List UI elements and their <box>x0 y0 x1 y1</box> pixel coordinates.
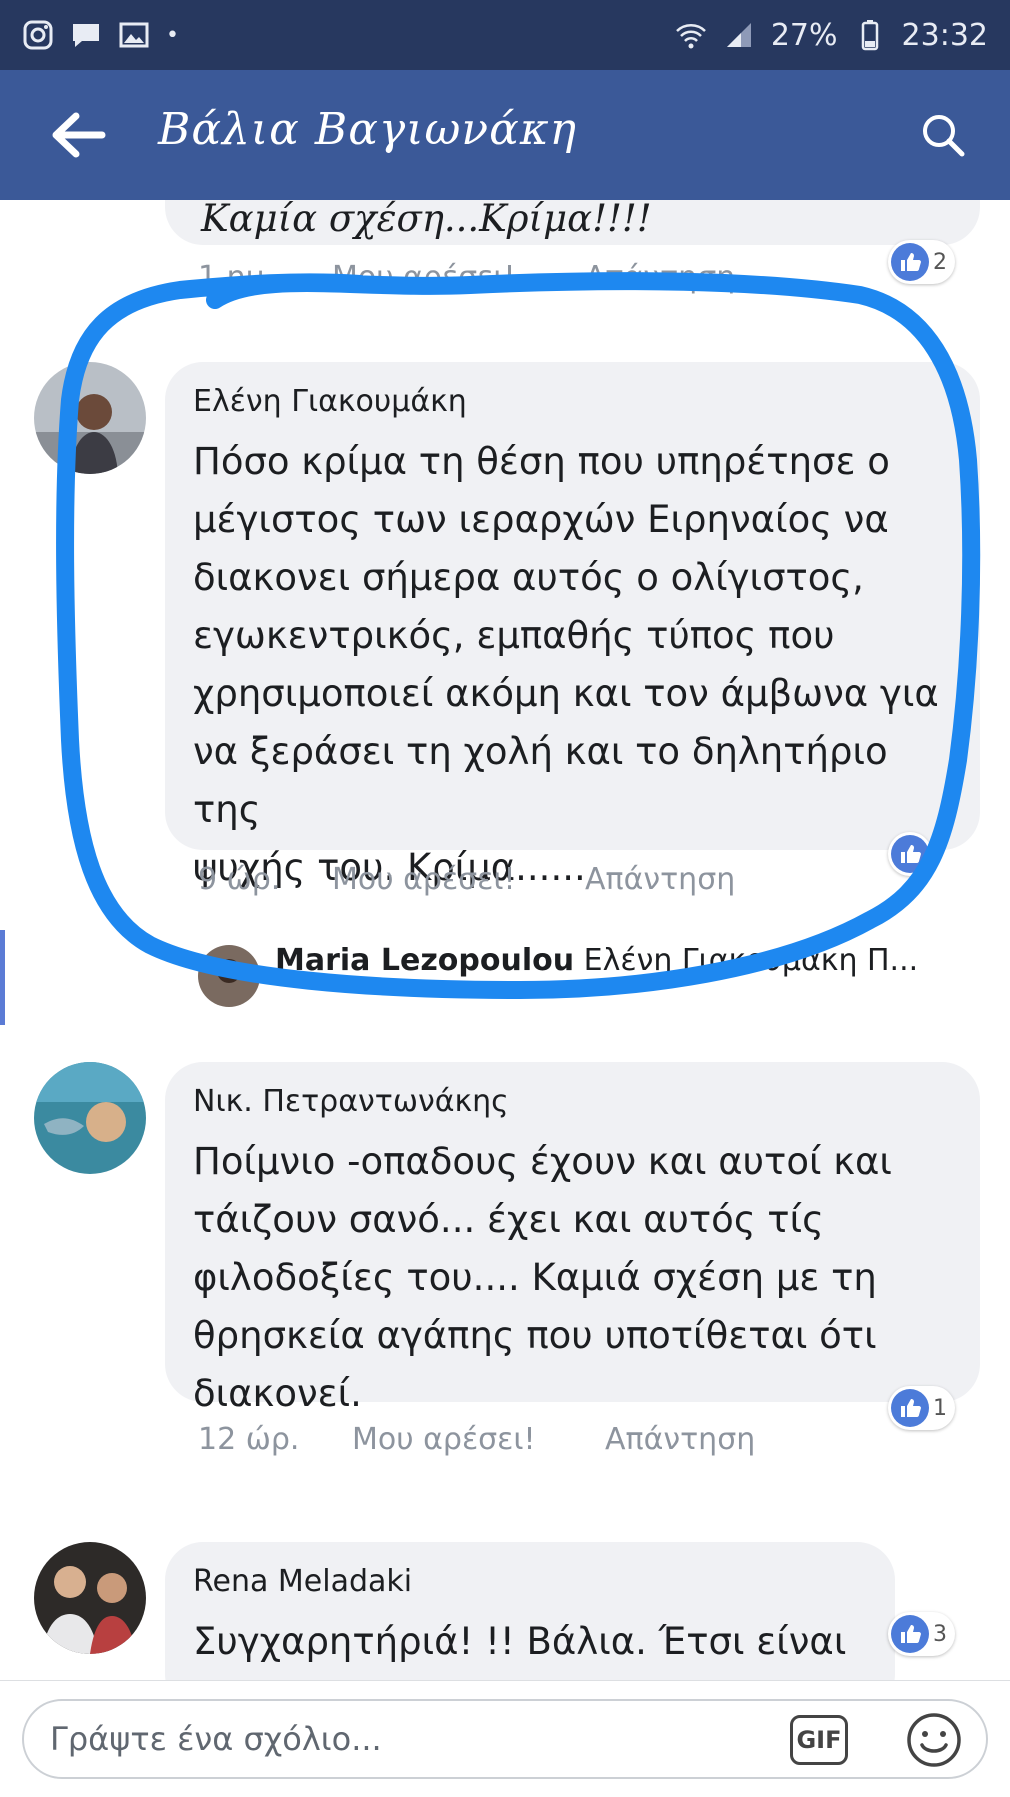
clock: 23:32 <box>901 17 988 53</box>
comment-time: 1 ημ. <box>198 260 275 295</box>
comment-author[interactable]: Νικ. Πετραντωνάκης <box>193 1084 952 1119</box>
comment-time: 9 ώρ. <box>198 862 281 897</box>
like-link[interactable]: Μου αρέσει! <box>332 260 516 295</box>
status-bar-left: • <box>22 19 179 51</box>
like-count: 2 <box>933 249 947 275</box>
comment-author[interactable]: Rena Meladaki <box>193 1564 867 1599</box>
status-bar-right: 27% 23:32 <box>675 18 988 53</box>
back-arrow-icon[interactable] <box>50 110 106 160</box>
instagram-icon <box>23 20 53 50</box>
avatar[interactable] <box>34 1542 146 1654</box>
comment-bubble: Rena Meladaki Συγχαρητήριά! !! Βάλια. Έτ… <box>165 1542 895 1680</box>
like-count-badge[interactable]: 1 <box>888 1386 955 1430</box>
comment-bubble: Ελένη Γιακουμάκη Πόσο κρίμα τη θέση που … <box>165 362 980 889</box>
like-link[interactable]: Μου αρέσει! <box>332 862 516 897</box>
comment-text: Πόσο κρίμα τη θέση που υπηρέτησε ο μέγισ… <box>193 440 939 889</box>
thumbs-up-icon <box>891 835 929 873</box>
status-bar: • 27% 23:32 <box>0 0 1010 70</box>
battery-icon <box>861 20 878 51</box>
avatar[interactable] <box>34 362 146 474</box>
thumbs-up-icon <box>891 1389 929 1427</box>
comment-time: 12 ώρ. <box>198 1422 300 1457</box>
like-count: 3 <box>933 1621 947 1647</box>
like-count-badge[interactable] <box>888 832 932 876</box>
comment-author[interactable]: Ελένη Γιακουμάκη <box>193 384 952 419</box>
battery-percent: 27% <box>770 17 838 53</box>
comment-text: Καμία σχέση...Κρίμα!!!! <box>201 200 652 240</box>
comment-composer: Γράψτε ένα σχόλιο... GIF <box>0 1680 1010 1797</box>
like-count-badge[interactable]: 2 <box>888 240 955 284</box>
search-icon[interactable] <box>918 110 968 160</box>
message-icon <box>73 24 99 47</box>
comment-text: Συγχαρητήριά! !! Βάλια. Έτσι είναι <box>193 1620 847 1663</box>
app-header: Βάλια Βαγιωνάκη <box>0 70 1010 200</box>
reply-link[interactable]: Απάντηση <box>585 862 735 897</box>
comment-text: Ποίμνιο -οπαδους έχουν και αυτοί και τάι… <box>193 1140 892 1415</box>
wifi-icon <box>675 24 706 49</box>
like-count-badge[interactable]: 3 <box>888 1612 955 1656</box>
like-link[interactable]: Μου αρέσει! <box>352 1422 536 1457</box>
thread-line <box>0 930 5 1025</box>
signal-icon <box>726 23 751 47</box>
reply-author: Maria Lezopoulou <box>275 943 575 978</box>
reply-link[interactable]: Απάντηση <box>585 260 735 295</box>
avatar[interactable] <box>34 1062 146 1174</box>
thumbs-up-icon <box>891 243 929 281</box>
reply-link[interactable]: Απάντηση <box>605 1422 755 1457</box>
gif-button[interactable]: GIF <box>790 1715 848 1765</box>
comment-bubble: Νικ. Πετραντωνάκης Ποίμνιο -οπαδους έχου… <box>165 1062 980 1415</box>
like-count: 1 <box>933 1395 947 1421</box>
emoji-icon[interactable] <box>905 1711 963 1769</box>
thumbs-up-icon <box>891 1615 929 1653</box>
page-title: Βάλια Βαγιωνάκη <box>158 104 578 155</box>
comments-feed[interactable]: Καμία σχέση...Κρίμα!!!! 1 ημ. Μου αρέσει… <box>0 200 1010 1680</box>
image-icon <box>119 22 149 48</box>
dot-icon: • <box>166 22 179 48</box>
reply-text: Ελένη Γιακουμάκη Π... <box>583 943 919 978</box>
comment-bubble: Καμία σχέση...Κρίμα!!!! <box>165 200 980 245</box>
reply-avatar[interactable] <box>198 945 260 1007</box>
reply-preview[interactable]: Maria Lezopoulou Ελένη Γιακουμάκη Π... <box>275 943 918 978</box>
